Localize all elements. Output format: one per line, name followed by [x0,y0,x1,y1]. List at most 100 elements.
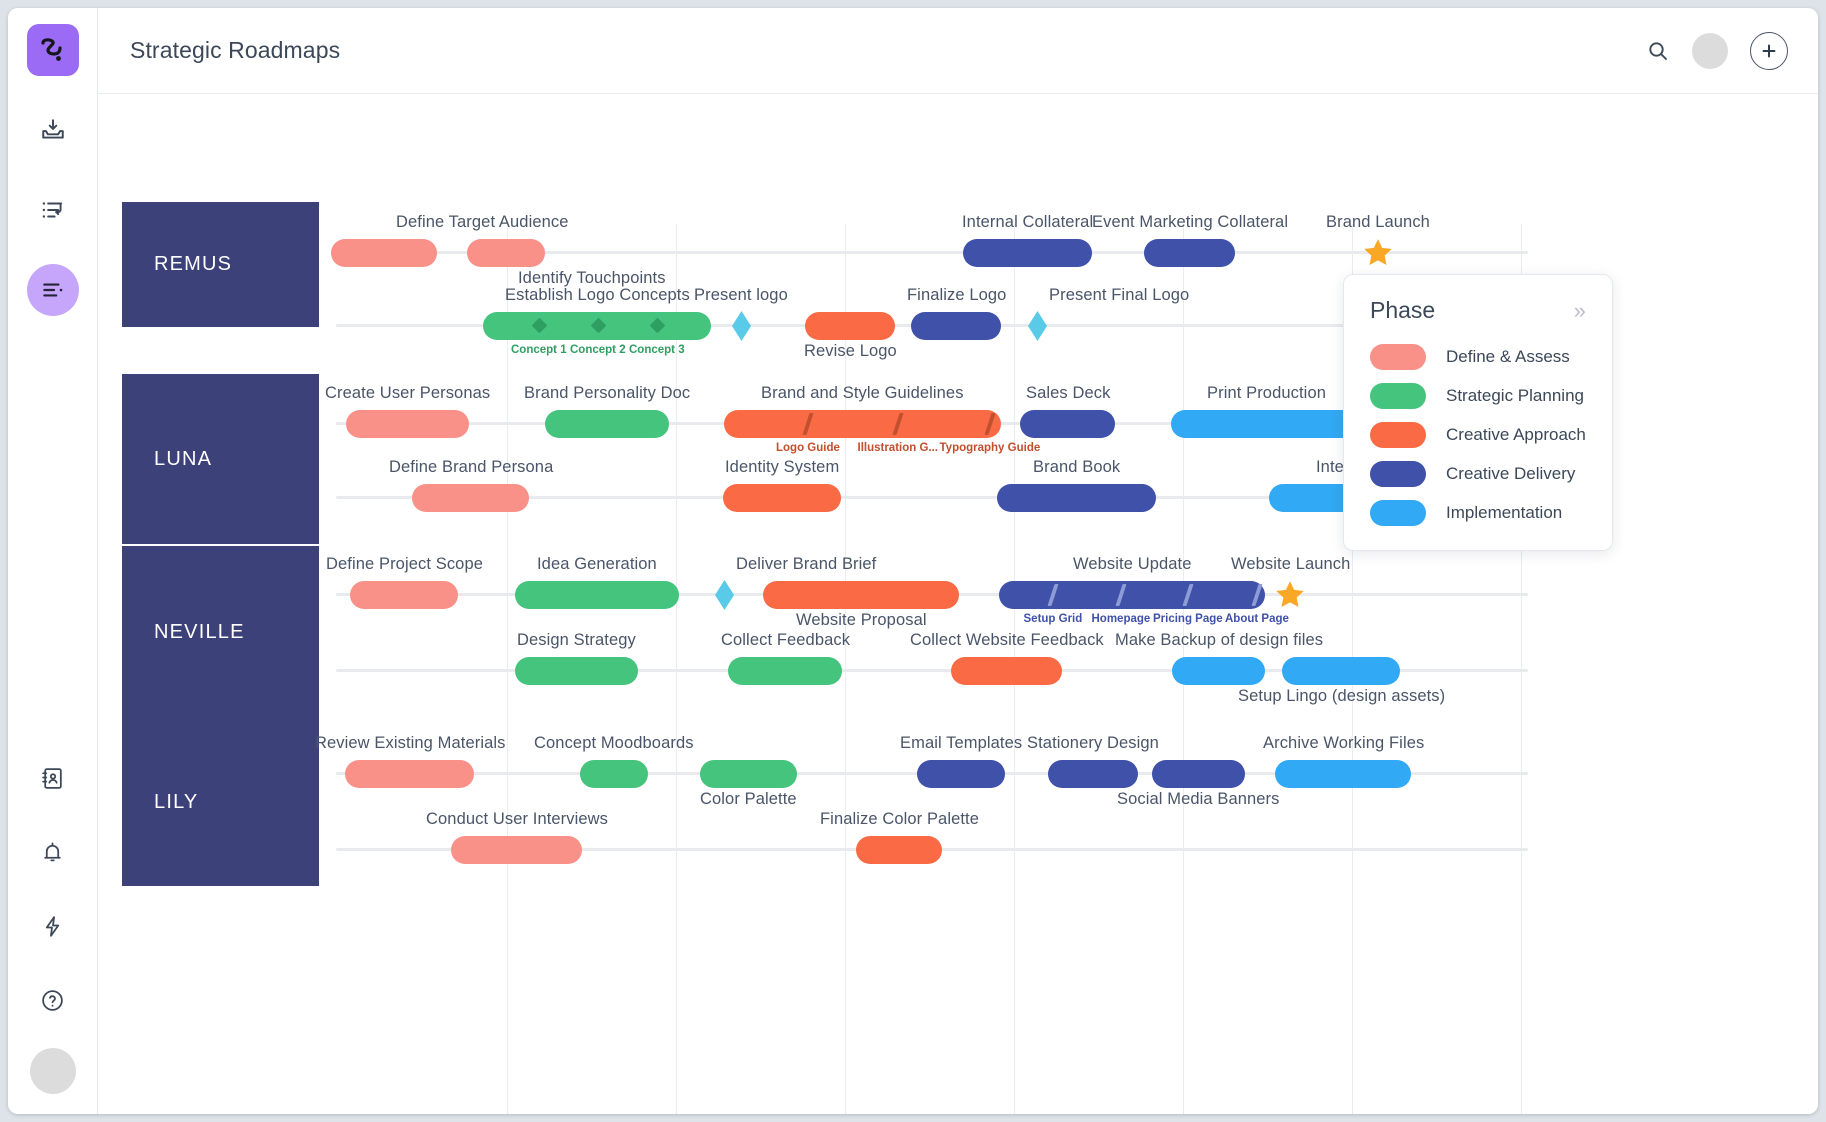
timeline-item-label: Stationery Design [1027,734,1159,752]
legend-swatch [1370,422,1426,448]
phase-legend-panel: Phase » Define & Assess Strategic Plannin… [1343,274,1613,551]
timeline-bar[interactable] [997,484,1156,512]
sidebar-item-inbox[interactable] [27,104,79,156]
timeline-item-label: Concept Moodboards [534,734,694,752]
roadmunk-logo-icon [40,38,62,61]
timeline-bar[interactable] [917,760,1005,788]
timeline-item-label: Email Templates [900,734,1023,752]
legend-item[interactable]: Implementation [1370,500,1586,526]
timeline-item-label: Define Brand Persona [389,458,554,476]
address-book-icon [42,767,62,789]
timeline-bar[interactable] [467,239,545,267]
left-nav-rail [8,8,98,1114]
timeline-item-label: Design Strategy [517,631,636,649]
legend-swatch [1370,500,1426,526]
sidebar-item-contacts[interactable] [27,752,79,804]
timeline-bar[interactable] [728,657,842,685]
timeline-bar[interactable] [350,581,458,609]
legend-item[interactable]: Creative Delivery [1370,461,1586,487]
timeline-bar[interactable] [515,657,638,685]
timeline-bar[interactable] [346,410,469,438]
roadmap-view-icon [42,283,62,297]
search-button[interactable] [1646,39,1670,63]
app-logo[interactable] [26,24,79,76]
milestone-star[interactable] [1361,236,1395,270]
star-icon [1276,581,1304,608]
legend-item[interactable]: Define & Assess [1370,344,1586,370]
add-button[interactable] [1750,31,1788,70]
timeline-item-label: Brand Launch [1326,213,1430,231]
roadmap-group-block[interactable]: NEVILLE [122,546,319,718]
roadmap-group-label: LILY [154,790,199,813]
milestone-diamond[interactable] [1028,311,1047,341]
timeline-item-label: Idea Generation [537,555,657,573]
milestone-diamond[interactable] [715,580,734,610]
timeline-bar[interactable] [951,657,1062,685]
timeline-item-label: Conduct User Interviews [426,810,609,828]
timeline-bar[interactable] [1275,760,1411,788]
timeline-item-label: Present Final Logo [1049,286,1190,304]
timeline-bar[interactable] [345,760,474,788]
legend-item-label: Strategic Planning [1446,386,1584,405]
sidebar-item-roadmap-view[interactable] [26,264,79,316]
timeline-bar[interactable] [999,581,1265,609]
timeline-item-label: Review Existing Materials [315,734,506,752]
timeline-bar[interactable] [1144,239,1235,267]
timeline-bar[interactable] [1020,410,1115,438]
milestone-star[interactable] [1273,578,1307,612]
timeline-bar[interactable] [451,836,582,864]
timeline-item-label: Setup Lingo (design assets) [1238,687,1446,705]
timeline-item-label: Collect Website Feedback [910,631,1104,649]
timeline-bar[interactable] [1282,657,1400,685]
top-bar: Strategic Roadmaps [98,8,1818,94]
roadmap-group-block[interactable]: REMUS [122,202,319,327]
account-avatar[interactable] [1692,32,1728,69]
roadmap-group-block[interactable]: LILY [122,718,319,886]
sidebar-item-quick-actions[interactable] [27,900,79,952]
timeline-item-label: Identity System [725,458,840,476]
timeline-bar[interactable] [911,312,1001,340]
app-window: Strategic Roadmaps REMUS Define Target Au… [8,8,1818,1114]
timeline-bar[interactable] [723,484,841,512]
roadmap-group-block[interactable]: LUNA [122,374,319,544]
timeline-bar[interactable] [700,760,797,788]
plus-icon [1762,44,1776,57]
timeline-bar[interactable] [856,836,942,864]
timeline-item-label: Brand Book [1033,458,1121,476]
timeline-bar[interactable] [545,410,669,438]
legend-collapse-button[interactable]: » [1574,299,1586,322]
timeline-bar[interactable] [963,239,1092,267]
milestone-diamond[interactable] [732,311,751,341]
timeline-item-label: Define Target Audience [396,213,569,231]
sidebar-item-notifications[interactable] [27,826,79,878]
timeline-item-label: Deliver Brand Brief [736,555,877,573]
sidebar-item-help[interactable] [27,974,79,1026]
timeline-bar[interactable] [1171,410,1361,438]
timeline-bar[interactable] [1172,657,1265,685]
timeline-item-label: Archive Working Files [1263,734,1425,752]
timeline-item-label: Finalize Logo [907,286,1007,304]
roadmap-canvas[interactable]: REMUS Define Target Audience Identify Touc… [98,94,1818,1114]
legend-item[interactable]: Creative Approach [1370,422,1586,448]
timeline-bar[interactable] [331,239,437,267]
timeline-bar[interactable] [580,760,648,788]
timeline-item-label: Create User Personas [325,384,491,402]
timeline-item-label: Internal Collateral [962,213,1094,231]
legend-rows: Define & Assess Strategic Planning Creativ… [1370,344,1586,526]
timeline-bar[interactable] [412,484,529,512]
bar-marker-label: Concept 2 [570,344,626,356]
timeline-bar[interactable] [1152,760,1245,788]
legend-item[interactable]: Strategic Planning [1370,383,1586,409]
legend-item-label: Define & Assess [1446,347,1570,366]
sidebar-item-roadmap-list[interactable] [27,184,79,236]
timeline-bar[interactable] [1048,760,1138,788]
timeline-bar[interactable] [763,581,959,609]
rail-user-avatar[interactable] [29,1048,76,1094]
main-area: Strategic Roadmaps REMUS Define Target Au… [98,8,1818,1114]
timeline-bar[interactable] [724,410,1001,438]
legend-swatch [1370,383,1426,409]
timeline-bar[interactable] [805,312,895,340]
timeline-item-label: Print Production [1207,384,1326,402]
timeline-bar[interactable] [515,581,679,609]
roadmap-group-label: REMUS [154,253,233,275]
